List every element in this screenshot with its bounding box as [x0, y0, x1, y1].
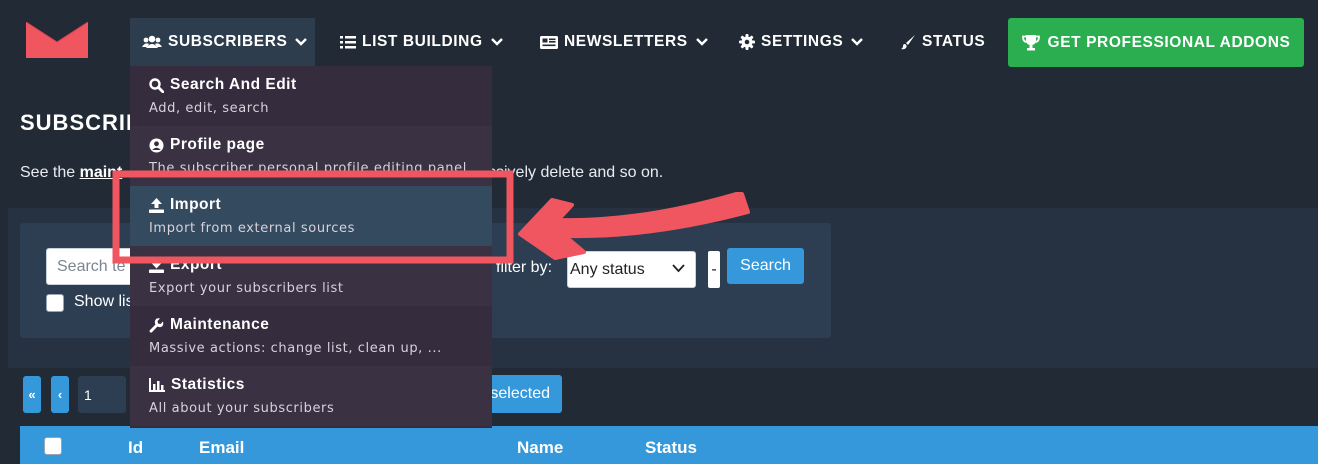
nav-status-label: STATUS — [922, 33, 986, 50]
nav-settings[interactable]: SETTINGS — [727, 18, 875, 66]
pro-button-label: GET PROFESSIONAL ADDONS — [1047, 33, 1291, 51]
nav-list-building-label: LIST BUILDING — [362, 33, 483, 50]
logo-icon[interactable] — [26, 22, 88, 58]
gear-icon — [739, 34, 755, 50]
nav-list-building[interactable]: LIST BUILDING — [328, 18, 515, 66]
show-lists-label: Show lis — [74, 293, 134, 310]
column-header-name[interactable]: Name — [517, 438, 563, 458]
chevron-down-icon — [851, 38, 864, 46]
menu-item-profile-page[interactable]: Profile page The subscriber personal pro… — [130, 126, 492, 186]
nav-newsletters-label: NEWSLETTERS — [564, 33, 688, 50]
menu-item-description: The subscriber personal profile editing … — [149, 161, 467, 176]
nav-subscribers[interactable]: SUBSCRIBERS — [130, 18, 315, 66]
show-lists-checkbox[interactable] — [46, 294, 64, 312]
chevron-down-icon — [695, 38, 708, 46]
download-icon — [149, 257, 164, 273]
menu-item-maintenance[interactable]: Maintenance Massive actions: change list… — [130, 306, 492, 366]
menu-item-title: Search And Edit — [170, 76, 297, 93]
subscribers-dropdown-menu: Search And Edit Add, edit, search Profil… — [130, 66, 492, 428]
menu-item-description: Export your subscribers list — [149, 281, 344, 296]
column-header-status[interactable]: Status — [645, 438, 697, 458]
upload-icon — [149, 197, 164, 213]
menu-item-title: Export — [170, 256, 223, 273]
intro-tail: ssively delete and so on. — [488, 164, 664, 181]
column-header-email[interactable]: Email — [199, 438, 244, 458]
users-icon — [142, 35, 162, 48]
menu-item-title: Statistics — [171, 376, 245, 393]
filter-by-label: filter by: — [496, 259, 553, 276]
get-professional-addons-button[interactable]: GET PROFESSIONAL ADDONS — [1008, 18, 1304, 67]
menu-item-title: Import — [170, 196, 222, 213]
menu-item-search-and-edit[interactable]: Search And Edit Add, edit, search — [130, 66, 492, 126]
nav-subscribers-label: SUBSCRIBERS — [168, 33, 288, 50]
maintenance-link[interactable]: maint — [80, 164, 123, 181]
search-icon — [149, 77, 164, 93]
list-icon — [340, 36, 356, 49]
chevron-down-icon — [490, 38, 503, 46]
wrench-icon — [149, 317, 164, 333]
newspaper-icon — [540, 35, 558, 49]
menu-item-import[interactable]: Import Import from external sources — [130, 186, 492, 246]
intro-prefix: See the — [20, 164, 80, 181]
menu-item-title: Profile page — [170, 136, 265, 153]
brush-icon — [901, 35, 915, 50]
prev-page-button[interactable]: ‹ — [51, 376, 69, 413]
trophy-icon — [1021, 35, 1040, 51]
status-select[interactable]: Any status — [567, 251, 696, 288]
column-header-id[interactable]: Id — [128, 438, 143, 458]
menu-item-export[interactable]: Export Export your subscribers list — [130, 246, 492, 306]
first-page-button[interactable]: « — [23, 376, 41, 413]
page-title: SUBSCRIB — [20, 110, 143, 135]
menu-item-description: Add, edit, search — [149, 101, 270, 116]
menu-item-description: All about your subscribers — [149, 401, 335, 416]
chart-icon — [149, 378, 165, 392]
menu-item-description: Import from external sources — [149, 221, 356, 236]
user-circle-icon — [149, 138, 164, 152]
status-select-value: Any status — [570, 260, 645, 278]
menu-item-description: Massive actions: change list, clean up, … — [149, 341, 442, 356]
chevron-down-icon — [295, 38, 308, 46]
menu-item-statistics[interactable]: Statistics All about your subscribers — [130, 366, 492, 426]
select-all-checkbox[interactable] — [44, 437, 62, 455]
search-button[interactable]: Search — [727, 248, 804, 284]
intro-text: See the maint — [20, 164, 122, 182]
dash-field[interactable]: - — [708, 251, 720, 288]
page-number-input[interactable]: 1 — [78, 376, 126, 413]
nav-settings-label: SETTINGS — [761, 33, 844, 50]
nav-status[interactable]: STATUS — [888, 18, 997, 66]
chevron-down-icon — [672, 264, 685, 273]
nav-newsletters[interactable]: NEWSLETTERS — [528, 18, 720, 66]
menu-item-title: Maintenance — [170, 316, 270, 333]
